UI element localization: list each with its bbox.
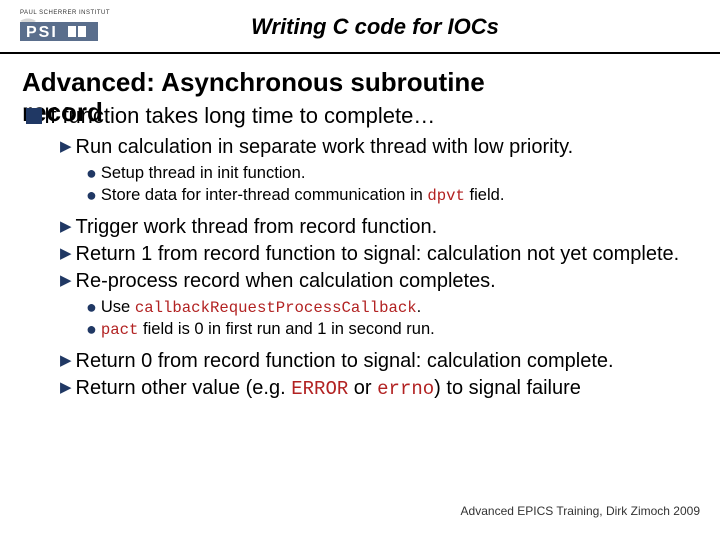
level3-group-2: ●Use callbackRequestProcessCallback. ●pa… bbox=[60, 296, 698, 341]
bullet-use-callback: ●Use callbackRequestProcessCallback. bbox=[86, 296, 698, 319]
bullet-store-data: ●Store data for inter-thread communicati… bbox=[86, 184, 698, 207]
bullet-return-1: ▶Return 1 from record function to signal… bbox=[60, 242, 698, 267]
triangle-bullet-icon: ▶ bbox=[60, 272, 72, 289]
code-callback: callbackRequestProcessCallback bbox=[135, 299, 417, 317]
code-error: ERROR bbox=[291, 378, 348, 400]
bullet-return-other: ▶Return other value (e.g. ERROR or errno… bbox=[60, 376, 698, 402]
triangle-bullet-icon: ▶ bbox=[60, 138, 72, 155]
level3-group-1: ●Setup thread in init function. ●Store d… bbox=[60, 162, 698, 207]
triangle-bullet-icon: ▶ bbox=[60, 352, 72, 369]
institute-name: PAUL SCHERRER INSTITUT bbox=[20, 10, 110, 16]
bullet-reprocess: ▶Re-process record when calculation comp… bbox=[60, 269, 698, 294]
psi-logo-block: PAUL SCHERRER INSTITUT PSI bbox=[20, 10, 110, 44]
triangle-bullet-icon: ▶ bbox=[60, 218, 72, 235]
dot-bullet-icon: ● bbox=[86, 319, 97, 339]
triangle-bullet-icon: ▶ bbox=[60, 245, 72, 262]
bullet-run-calc: ▶Run calculation in separate work thread… bbox=[60, 135, 698, 160]
level2-group: ▶Run calculation in separate work thread… bbox=[22, 135, 698, 402]
bullet-return-0: ▶Return 0 from record function to signal… bbox=[60, 349, 698, 374]
bullet-level1: If function takes long time to complete… bbox=[22, 103, 698, 129]
code-dpvt: dpvt bbox=[427, 187, 465, 205]
slide-footer: Advanced EPICS Training, Dirk Zimoch 200… bbox=[461, 504, 700, 518]
dot-bullet-icon: ● bbox=[86, 297, 97, 317]
slide-title: Writing C code for IOCs bbox=[110, 14, 700, 40]
heading-line-1: Advanced: Asynchronous subroutine bbox=[22, 67, 485, 97]
bullet-trigger-thread: ▶Trigger work thread from record functio… bbox=[60, 215, 698, 240]
bullet-pact: ●pact field is 0 in first run and 1 in s… bbox=[86, 318, 698, 341]
code-errno: errno bbox=[377, 378, 434, 400]
psi-logo: PSI bbox=[20, 18, 98, 44]
l1-text: If function takes long time to complete… bbox=[44, 103, 435, 128]
slide-content: Advanced: Asynchronous subroutine record… bbox=[0, 54, 720, 402]
square-bullet-icon bbox=[26, 108, 42, 124]
slide-header: PAUL SCHERRER INSTITUT PSI Writing C cod… bbox=[0, 0, 720, 54]
triangle-bullet-icon: ▶ bbox=[60, 379, 72, 396]
dot-bullet-icon: ● bbox=[86, 185, 97, 205]
code-pact: pact bbox=[101, 321, 139, 339]
svg-text:PSI: PSI bbox=[26, 24, 58, 41]
dot-bullet-icon: ● bbox=[86, 163, 97, 183]
bullet-setup-thread: ●Setup thread in init function. bbox=[86, 162, 698, 185]
